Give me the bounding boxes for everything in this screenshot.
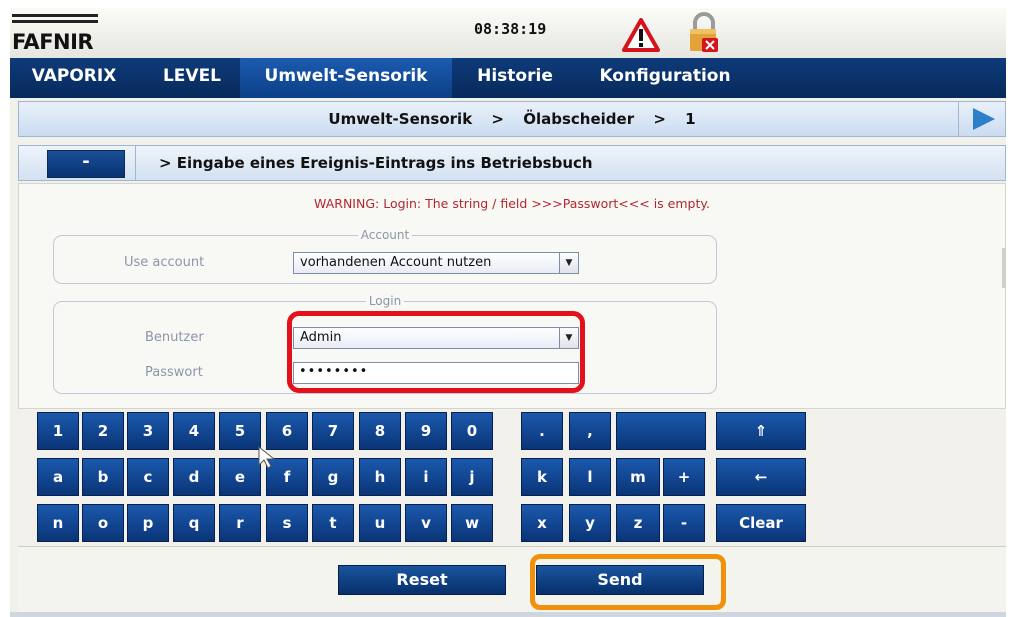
on-screen-keyboard: 1 2 3 4 5 6 7 8 9 0 . , ⇑ a b c d e f g … [18, 410, 1006, 544]
collapse-button[interactable]: - [47, 150, 125, 178]
tab-konfiguration[interactable]: Konfiguration [578, 58, 752, 98]
breadcrumb-separator: > [653, 110, 666, 128]
key-8[interactable]: 8 [359, 412, 401, 450]
key-o[interactable]: o [82, 504, 124, 542]
key-9[interactable]: 9 [405, 412, 447, 450]
account-legend: Account [360, 228, 410, 242]
use-account-label: Use account [124, 255, 205, 270]
login-form: WARNING: Login: The string / field >>>Pa… [18, 183, 1006, 409]
warning-triangle-icon[interactable] [622, 18, 660, 52]
key-c[interactable]: c [127, 458, 169, 496]
key-2[interactable]: 2 [82, 412, 124, 450]
action-bar: Reset Send [18, 546, 1006, 617]
key-i[interactable]: i [405, 458, 447, 496]
tab-level[interactable]: LEVEL [144, 58, 240, 98]
tab-historie[interactable]: Historie [454, 58, 576, 98]
key-w[interactable]: w [451, 504, 493, 542]
play-arrow-icon [973, 108, 995, 130]
main-nav: VAPORIX LEVEL Umwelt-Sensorik Historie K… [10, 58, 1006, 98]
key-z[interactable]: z [616, 504, 660, 542]
key-k[interactable]: k [521, 458, 563, 496]
key-s[interactable]: s [266, 504, 308, 542]
key-j[interactable]: j [451, 458, 493, 496]
logo-text: FAFNIR [12, 30, 94, 54]
mouse-cursor-icon [258, 445, 276, 469]
section-header: - > Eingabe eines Ereignis-Eintrags ins … [18, 145, 1006, 181]
key-3[interactable]: 3 [127, 412, 169, 450]
key-comma[interactable]: , [569, 412, 611, 450]
tab-vaporix[interactable]: VAPORIX [10, 58, 138, 98]
key-q[interactable]: q [173, 504, 215, 542]
key-m[interactable]: m [616, 458, 660, 496]
breadcrumb: Umwelt-Sensorik > Ölabscheider > 1 [18, 101, 1006, 137]
key-5[interactable]: 5 [219, 412, 261, 450]
key-n[interactable]: n [37, 504, 79, 542]
chevron-down-icon: ▼ [559, 253, 578, 273]
app-screen: FAFNIR 08:38:19 VAPORIX LEVEL Umwelt-Sen… [10, 8, 1006, 617]
login-legend: Login [368, 294, 402, 308]
key-plus[interactable]: + [663, 458, 705, 496]
clock: 08:38:19 [474, 20, 547, 38]
reset-button[interactable]: Reset [338, 565, 506, 595]
key-7[interactable]: 7 [312, 412, 354, 450]
key-u[interactable]: u [359, 504, 401, 542]
highlight-send-button [530, 554, 726, 610]
key-period[interactable]: . [521, 412, 563, 450]
key-d[interactable]: d [173, 458, 215, 496]
key-minus[interactable]: - [663, 504, 705, 542]
warning-message: WARNING: Login: The string / field >>>Pa… [314, 196, 710, 211]
key-4[interactable]: 4 [173, 412, 215, 450]
key-t[interactable]: t [312, 504, 354, 542]
key-a[interactable]: a [37, 458, 79, 496]
key-g[interactable]: g [312, 458, 354, 496]
key-clear[interactable]: Clear [716, 504, 806, 542]
key-e[interactable]: e [219, 458, 261, 496]
key-x[interactable]: x [521, 504, 563, 542]
status-bar: FAFNIR 08:38:19 [10, 8, 1006, 59]
key-y[interactable]: y [569, 504, 611, 542]
lock-error-icon[interactable] [688, 12, 720, 54]
key-0[interactable]: 0 [451, 412, 493, 450]
key-shift[interactable]: ⇑ [716, 412, 806, 450]
key-h[interactable]: h [359, 458, 401, 496]
section-title: > Eingabe eines Ereignis-Eintrags ins Be… [159, 154, 593, 172]
key-v[interactable]: v [405, 504, 447, 542]
key-r[interactable]: r [219, 504, 261, 542]
fafnir-logo: FAFNIR [12, 14, 100, 54]
breadcrumb-item-olabscheider[interactable]: Ölabscheider [523, 110, 634, 128]
key-p[interactable]: p [127, 504, 169, 542]
tab-umwelt-sensorik[interactable]: Umwelt-Sensorik [240, 58, 452, 98]
breadcrumb-separator: > [491, 110, 504, 128]
key-l[interactable]: l [569, 458, 611, 496]
breadcrumb-item-umwelt-sensorik[interactable]: Umwelt-Sensorik [328, 110, 472, 128]
key-b[interactable]: b [82, 458, 124, 496]
use-account-select[interactable]: vorhandenen Account nutzen ▼ [293, 252, 579, 274]
key-1[interactable]: 1 [37, 412, 79, 450]
password-label: Passwort [145, 365, 203, 380]
scrollbar[interactable] [1002, 248, 1006, 288]
highlight-login-fields [287, 311, 585, 393]
key-backspace[interactable]: ← [716, 458, 806, 496]
use-account-value: vorhandenen Account nutzen [300, 255, 492, 270]
user-label: Benutzer [145, 330, 204, 345]
next-button[interactable] [958, 102, 1005, 136]
breadcrumb-item-number[interactable]: 1 [685, 110, 695, 128]
key-blank[interactable] [616, 412, 706, 450]
